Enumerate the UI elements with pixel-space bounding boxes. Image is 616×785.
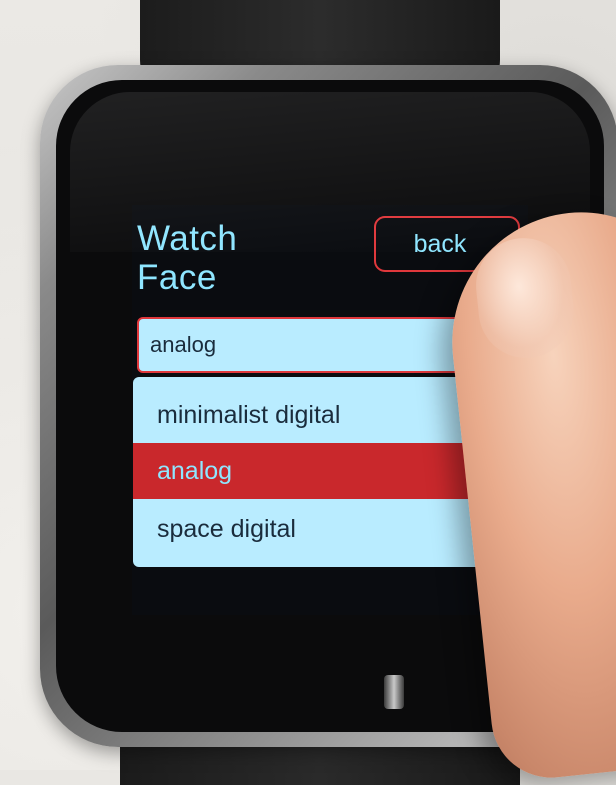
page-title-line-2: Face [137,258,217,297]
watch-face-select-value: analog [150,332,217,357]
fingernail [471,233,579,363]
dropdown-option-label: analog [157,456,233,485]
side-button-icon[interactable] [384,675,404,709]
page-title-line-1: Watch [137,219,238,258]
dropdown-option-label: space digital [157,514,296,543]
page-title: Watch Face [137,219,337,297]
dropdown-option-space-digital[interactable]: space digital [133,501,523,557]
dropdown-option-label: minimalist digital [157,400,341,429]
